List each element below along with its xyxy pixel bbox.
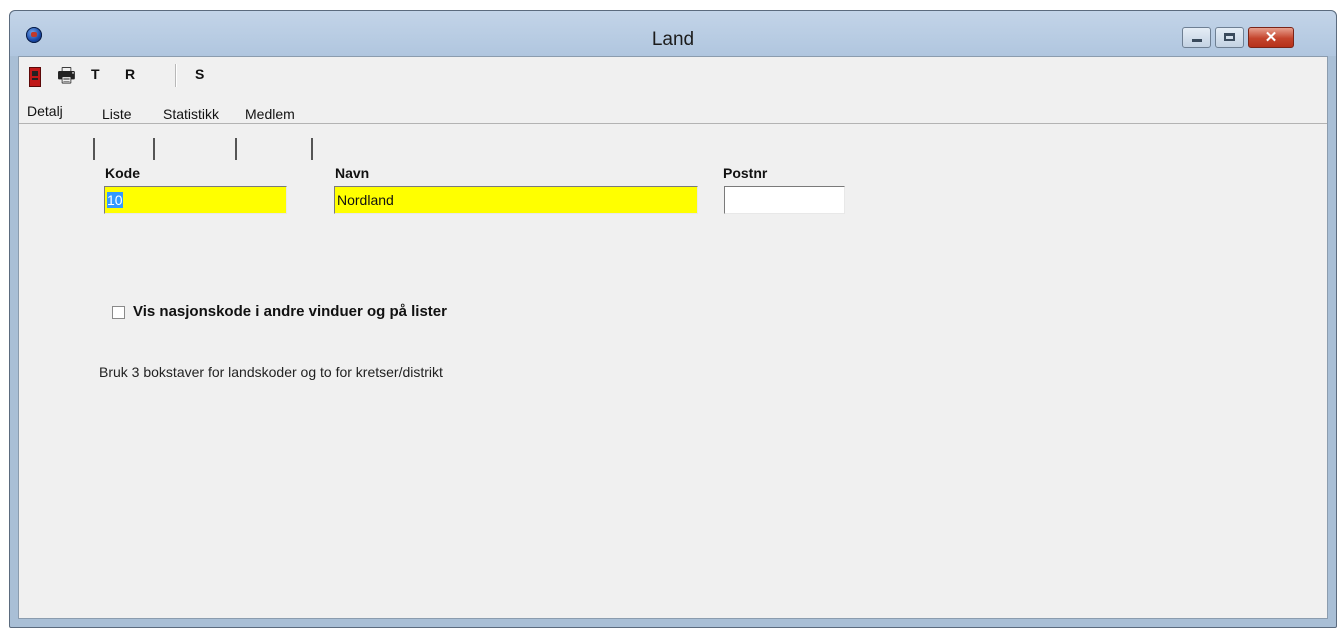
toolbar: 🖶 T R S	[19, 57, 1327, 93]
navn-label: Navn	[335, 165, 370, 181]
hint-text: Bruk 3 bokstaver for landskoder og to fo…	[99, 364, 443, 380]
kode-label: Kode	[105, 165, 140, 181]
tab-page-border	[19, 123, 1327, 124]
maximize-button[interactable]	[1215, 27, 1244, 48]
tab-divider	[93, 138, 95, 160]
s-button[interactable]: S	[195, 66, 204, 82]
maximize-icon	[1224, 33, 1235, 41]
close-icon: ✕	[1264, 29, 1278, 46]
app-window: Land ✕ 🖶 T R S Detalj Liste Statistikk M…	[9, 10, 1337, 628]
t-button[interactable]: T	[91, 66, 100, 82]
tab-divider	[311, 138, 313, 160]
nasjonskode-checkbox-label[interactable]: Vis nasjonskode i andre vinduer og på li…	[133, 303, 447, 320]
tab-divider	[153, 138, 155, 160]
kode-value: 10	[107, 192, 123, 208]
minimize-button[interactable]	[1182, 27, 1211, 48]
tab-divider	[235, 138, 237, 160]
printer-icon[interactable]: 🖶	[57, 65, 76, 87]
postnr-label: Postnr	[723, 165, 768, 181]
client-area: 🖶 T R S Detalj Liste Statistikk Medlem K…	[18, 56, 1328, 619]
title-bar[interactable]: Land ✕	[10, 11, 1336, 56]
postnr-field[interactable]	[724, 186, 845, 214]
toolbar-separator	[175, 64, 177, 87]
close-button[interactable]: ✕	[1248, 27, 1294, 48]
exit-door-icon[interactable]	[29, 67, 41, 87]
tab-strip: Detalj Liste Statistikk Medlem	[19, 93, 1327, 160]
r-button[interactable]: R	[125, 66, 135, 82]
minimize-icon	[1192, 39, 1202, 42]
tab-detalj[interactable]: Detalj	[27, 102, 63, 124]
window-title: Land	[651, 29, 695, 50]
kode-field[interactable]: 10	[104, 186, 287, 214]
nasjonskode-checkbox[interactable]	[112, 306, 125, 319]
navn-field[interactable]: Nordland	[334, 186, 698, 214]
